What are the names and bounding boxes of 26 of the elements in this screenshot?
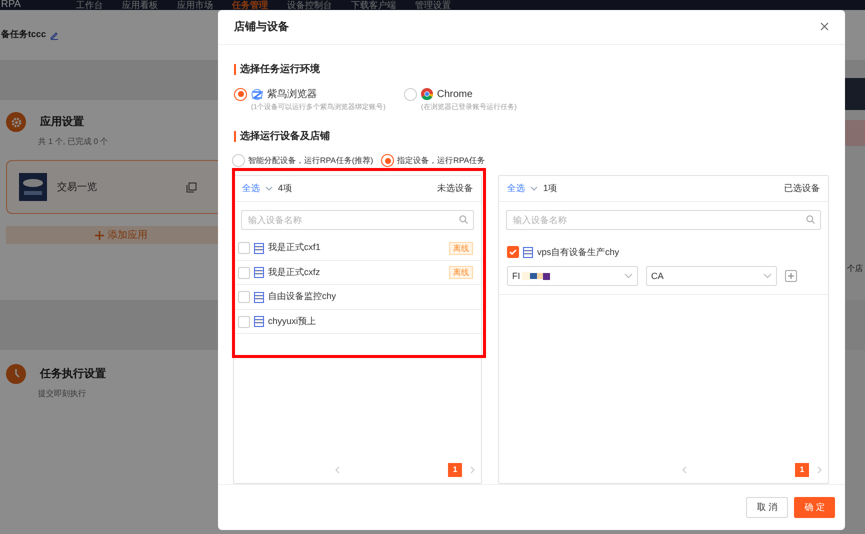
logo: RPA bbox=[1, 0, 22, 10]
env-label: 紫鸟浏览器 bbox=[267, 88, 317, 102]
item-count: 4项 bbox=[278, 182, 292, 196]
section-heading: 选择任务运行环境 bbox=[240, 62, 320, 77]
mode-label: 指定设备，运行RPA任务 bbox=[397, 154, 486, 167]
mode-label: 智能分配设备，运行RPA任务(推荐) bbox=[248, 154, 374, 167]
side-text: 个店 bbox=[847, 263, 863, 275]
device-name: 我是正式cxf1 bbox=[268, 241, 321, 254]
device-name: 自由设备监控chy bbox=[268, 290, 336, 304]
panel-title: 未选设备 bbox=[437, 182, 474, 196]
section-heading: 选择运行设备及店铺 bbox=[240, 129, 330, 144]
section-summary: 提交即刻执行 bbox=[38, 388, 87, 400]
env-label: Chrome bbox=[437, 88, 473, 102]
item-count: 1项 bbox=[543, 182, 558, 196]
section-summary: 共 1 个, 已完成 0 个 bbox=[38, 136, 110, 148]
device-name: chyyuxi预上 bbox=[268, 314, 316, 328]
section-title: 任务执行设置 bbox=[40, 366, 106, 382]
modal-title: 店铺与设备 bbox=[234, 20, 289, 35]
section-title: 应用设置 bbox=[40, 114, 84, 130]
device-name: vps自有设备生产chy bbox=[537, 246, 620, 259]
offline-tag: 离线 bbox=[449, 242, 474, 255]
app-name: 交易一览 bbox=[57, 180, 97, 194]
panel-title: 已选设备 bbox=[784, 182, 820, 196]
offline-tag: 离线 bbox=[449, 266, 474, 280]
task-name: 备任务tccc bbox=[1, 28, 46, 42]
device-name: 我是正式cxfz bbox=[268, 266, 320, 279]
